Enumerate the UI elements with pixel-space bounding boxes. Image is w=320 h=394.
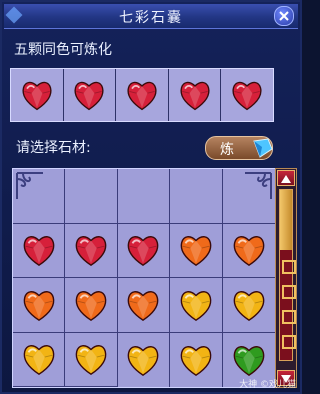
scroll-track[interactable] — [279, 189, 296, 361]
red-gem-icon — [180, 81, 210, 111]
refine-slot[interactable] — [221, 69, 273, 121]
scroll-up-button[interactable] — [277, 170, 295, 186]
red-gem-icon — [127, 81, 157, 111]
material-slot[interactable] — [170, 223, 223, 278]
refine-hint-label: 五颗同色可炼化 — [14, 42, 112, 58]
yellow-gem-icon — [75, 345, 107, 376]
orange-gem-icon — [75, 290, 107, 321]
orange-gem-icon — [233, 236, 265, 267]
crystal-icon — [253, 138, 273, 158]
material-slot[interactable] — [117, 278, 171, 333]
fret-ornament-icon — [282, 335, 296, 349]
close-button[interactable] — [274, 6, 294, 26]
yellow-gem-icon — [128, 345, 159, 376]
material-slot[interactable] — [118, 332, 171, 387]
material-slot[interactable] — [170, 169, 223, 224]
smelt-button-label: 炼 — [220, 142, 234, 158]
material-slot[interactable] — [13, 278, 66, 333]
yellow-gem-icon — [180, 345, 212, 376]
close-icon — [279, 11, 289, 21]
arrow-up-icon — [281, 175, 291, 183]
material-slot[interactable] — [170, 278, 223, 333]
stone-bag-window: 七彩石囊 五颗同色可炼化 请选择石材: 炼 大神 ©戏儿猫 — [0, 0, 302, 394]
select-material-label: 请选择石材: — [16, 140, 91, 156]
orange-gem-icon — [180, 236, 212, 267]
yellow-gem-icon — [23, 345, 55, 376]
red-gem-icon — [232, 81, 262, 111]
refine-slot[interactable] — [63, 69, 117, 121]
yellow-gem-icon — [233, 290, 265, 321]
refine-slot[interactable] — [11, 69, 64, 121]
watermark: 大神 ©戏儿猫 — [239, 380, 296, 390]
material-slot[interactable] — [65, 223, 118, 278]
red-gem-icon — [23, 236, 55, 267]
material-slot[interactable] — [65, 278, 118, 333]
material-slot[interactable] — [65, 332, 118, 387]
refine-slot[interactable] — [116, 69, 169, 121]
refine-slot[interactable] — [168, 69, 222, 121]
material-slot[interactable] — [222, 278, 275, 333]
material-slot[interactable] — [170, 332, 223, 387]
smelt-button[interactable]: 炼 — [205, 136, 273, 160]
orange-gem-icon — [23, 290, 55, 321]
red-gem-icon — [22, 81, 52, 111]
material-slot[interactable] — [13, 332, 66, 387]
green-gem-icon — [233, 345, 265, 376]
material-slot[interactable] — [222, 224, 275, 278]
material-grid — [12, 168, 276, 388]
fret-ornament-icon — [282, 260, 296, 274]
fret-ornament-icon — [282, 285, 296, 299]
material-slot[interactable] — [13, 223, 66, 278]
vertical-scrollbar[interactable] — [275, 168, 297, 388]
orange-gem-icon — [128, 290, 159, 321]
cloud-ornament-icon — [245, 172, 272, 199]
red-gem-icon — [128, 236, 159, 267]
material-slot[interactable] — [117, 223, 171, 278]
refine-slots — [10, 68, 274, 122]
yellow-gem-icon — [180, 290, 212, 321]
material-slot[interactable] — [117, 169, 171, 224]
window-title: 七彩石囊 — [119, 10, 183, 26]
cloud-ornament-icon — [16, 172, 43, 199]
scroll-thumb[interactable] — [280, 190, 292, 250]
red-gem-icon — [74, 81, 104, 111]
fret-ornament-icon — [282, 310, 296, 324]
red-gem-icon — [75, 236, 107, 267]
material-slot[interactable] — [65, 169, 118, 224]
title-bar[interactable]: 七彩石囊 — [4, 4, 298, 29]
